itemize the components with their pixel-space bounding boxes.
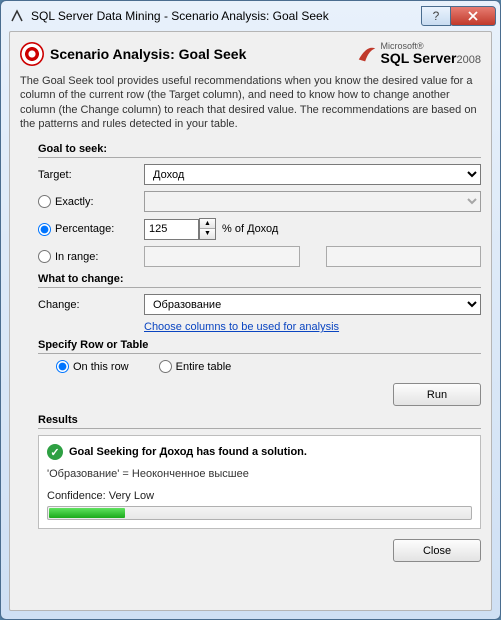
percentage-suffix: % of Доход: [222, 223, 278, 235]
titlebar: SQL Server Data Mining - Scenario Analys…: [1, 1, 500, 31]
help-button[interactable]: ?: [421, 6, 451, 26]
percentage-radio[interactable]: [38, 223, 51, 236]
dialog-content: Scenario Analysis: Goal Seek Microsoft® …: [9, 31, 492, 611]
confidence-bar: [47, 506, 472, 520]
brand-main: SQL Server: [381, 50, 457, 66]
target-select[interactable]: Доход: [144, 164, 481, 185]
change-section-label: What to change:: [38, 273, 481, 288]
page-title: Scenario Analysis: Goal Seek: [50, 46, 356, 62]
inrange-radio[interactable]: [38, 250, 51, 263]
range-to-input[interactable]: [326, 246, 482, 267]
percentage-spinner: ▲ ▼: [144, 218, 216, 240]
inrange-row: In range:: [38, 246, 481, 267]
window-buttons: ?: [422, 6, 496, 26]
range-from-input[interactable]: [144, 246, 300, 267]
result-summary: Goal Seeking for Доход has found a solut…: [69, 446, 307, 458]
results-section-label: Results: [38, 414, 481, 429]
spinner-down[interactable]: ▼: [200, 229, 215, 239]
dialog-window: SQL Server Data Mining - Scenario Analys…: [0, 0, 501, 620]
thisrow-radio[interactable]: [56, 360, 69, 373]
exactly-label: Exactly:: [55, 196, 94, 208]
window-title: SQL Server Data Mining - Scenario Analys…: [31, 9, 422, 23]
description-text: The Goal Seek tool provides useful recom…: [20, 74, 481, 131]
percentage-input[interactable]: [144, 219, 199, 240]
logo-icon: [356, 43, 378, 65]
target-row: Target: Доход: [38, 164, 481, 185]
scope-row: On this row Entire table: [56, 360, 481, 373]
change-select[interactable]: Образование: [144, 294, 481, 315]
logo-text: Microsoft® SQL Server2008: [381, 42, 482, 66]
percentage-label: Percentage:: [55, 223, 114, 235]
app-icon: [9, 8, 25, 24]
target-label: Target:: [38, 169, 72, 181]
exactly-radio[interactable]: [38, 195, 51, 208]
confidence-fill: [49, 508, 125, 518]
change-label: Change:: [38, 299, 80, 311]
spinner-up[interactable]: ▲: [200, 219, 215, 229]
inrange-label: In range:: [55, 251, 98, 263]
results-box: ✓ Goal Seeking for Доход has found a sol…: [38, 435, 481, 529]
exactly-row: Exactly:: [38, 191, 481, 212]
sql-server-logo: Microsoft® SQL Server2008: [356, 42, 482, 66]
columns-link-row: Choose columns to be used for analysis: [38, 321, 481, 333]
run-row: Run: [20, 383, 481, 406]
close-window-button[interactable]: [450, 6, 496, 26]
percentage-row: Percentage: ▲ ▼ % of Доход: [38, 218, 481, 240]
scope-section-label: Specify Row or Table: [38, 339, 481, 354]
thisrow-label: On this row: [73, 361, 129, 373]
success-icon: ✓: [47, 444, 63, 460]
choose-columns-link[interactable]: Choose columns to be used for analysis: [144, 321, 339, 333]
run-button[interactable]: Run: [393, 383, 481, 406]
exactly-select[interactable]: [144, 191, 481, 212]
target-icon: [20, 42, 44, 66]
result-detail: 'Образование' = Неоконченное высшее: [47, 468, 472, 480]
confidence-label: Confidence: Very Low: [47, 490, 472, 502]
goal-section-label: Goal to seek:: [38, 143, 481, 158]
brand-year: 2008: [457, 54, 481, 66]
entiretable-label: Entire table: [176, 361, 232, 373]
result-header: ✓ Goal Seeking for Доход has found a sol…: [47, 444, 472, 460]
header-row: Scenario Analysis: Goal Seek Microsoft® …: [20, 42, 481, 66]
change-row: Change: Образование: [38, 294, 481, 315]
close-button[interactable]: Close: [393, 539, 481, 562]
footer-row: Close: [20, 539, 481, 562]
entiretable-radio[interactable]: [159, 360, 172, 373]
